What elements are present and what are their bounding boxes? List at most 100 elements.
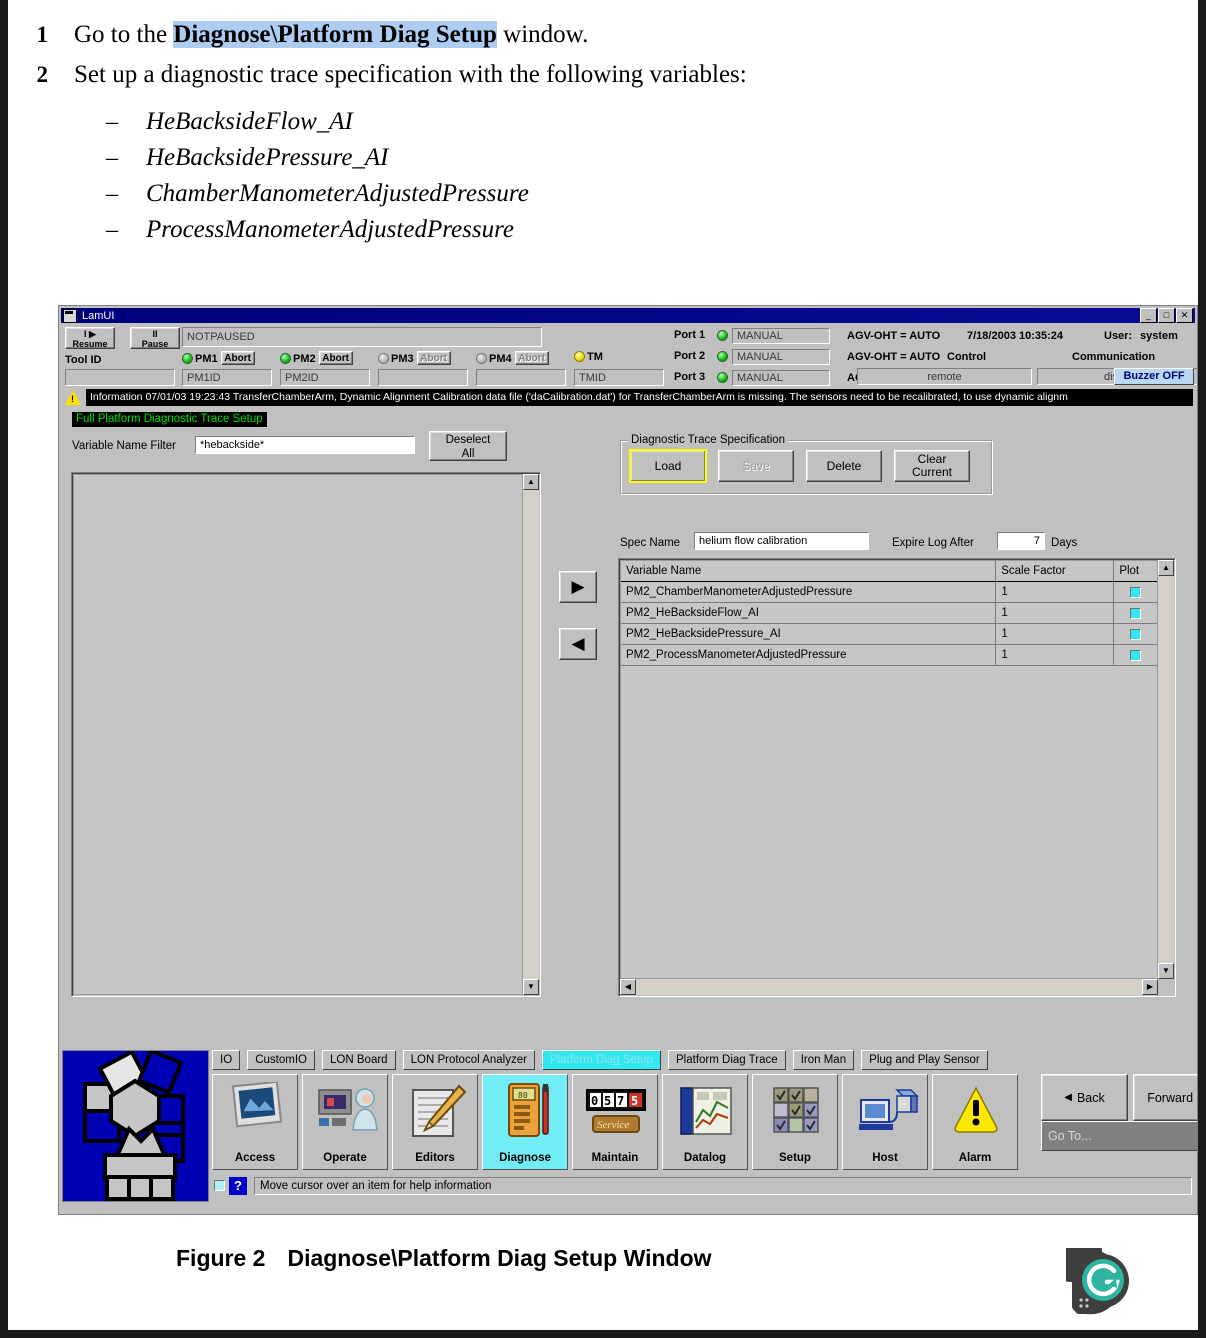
nav-button-access[interactable]: Access [212, 1074, 298, 1170]
cell-scale-factor[interactable]: 1 [996, 603, 1115, 623]
back-button[interactable]: ◀ Back [1041, 1074, 1128, 1121]
plot-checkbox[interactable] [1130, 607, 1142, 619]
plot-checkbox[interactable] [1130, 649, 1142, 661]
nav-button-setup[interactable]: Setup [752, 1074, 838, 1170]
control-value-field: remote [857, 368, 1032, 385]
tab-platform-diag-setup[interactable]: Platform Diag Setup [542, 1050, 661, 1070]
figure-caption-label: Figure 2 [176, 1245, 266, 1271]
cell-plot[interactable] [1114, 624, 1157, 644]
help-status-text: Move cursor over an item for help inform… [254, 1177, 1192, 1195]
cell-scale-factor[interactable]: 1 [996, 624, 1115, 644]
resume-button[interactable]: I ▶ Resume [65, 327, 115, 349]
scroll-right-icon[interactable]: ▶ [1142, 979, 1158, 995]
available-variables-list-content[interactable] [73, 474, 523, 995]
cell-plot[interactable] [1114, 645, 1157, 665]
tab-lon-protocol-analyzer[interactable]: LON Protocol Analyzer [402, 1050, 535, 1070]
pm1-id-field: PM1ID [182, 369, 272, 386]
nav-button-datalog[interactable]: Datalog [662, 1074, 748, 1170]
nav-button-editors[interactable]: Editors [392, 1074, 478, 1170]
step-text: Set up a diagnostic trace specification … [74, 61, 747, 89]
pm2-id-field: PM2ID [280, 369, 370, 386]
bullet-dash: – [106, 180, 118, 207]
available-variables-list[interactable]: ▲ ▼ [71, 472, 541, 997]
column-header-plot[interactable]: Plot [1114, 561, 1157, 581]
buzzer-off-button[interactable]: Buzzer OFF [1114, 368, 1194, 385]
pause-button[interactable]: II Pause [130, 327, 180, 349]
load-button[interactable]: Load [629, 449, 707, 483]
variable-bullet: – HeBacksideFlow_AI [8, 108, 1198, 136]
spec-name-input[interactable]: helium flow calibration [694, 532, 869, 550]
selected-variables-table[interactable]: Variable Name Scale Factor Plot PM2_Cham… [620, 560, 1158, 979]
pause-label: Pause [141, 339, 169, 349]
goto-dropdown[interactable]: Go To... — [1041, 1121, 1197, 1151]
scroll-up-icon[interactable]: ▲ [1158, 560, 1174, 576]
grammarly-badge[interactable] [1042, 1222, 1138, 1320]
table-row[interactable]: PM2_HeBacksidePressure_AI 1 [621, 624, 1157, 645]
tab-label: Platform Diag Setup [550, 1054, 653, 1066]
cell-variable-name: PM2_ProcessManometerAdjustedPressure [621, 645, 997, 665]
tab-io[interactable]: IO [212, 1050, 241, 1070]
table-vertical-scrollbar[interactable]: ▲ ▼ [1158, 560, 1174, 979]
forward-button[interactable]: Forward▶ [1133, 1074, 1197, 1121]
minimize-button[interactable]: _ [1140, 308, 1157, 323]
plot-checkbox[interactable] [1130, 628, 1142, 640]
table-empty-area[interactable] [621, 666, 1157, 966]
help-question-icon[interactable]: ? [229, 1177, 247, 1195]
cell-scale-factor[interactable]: 1 [996, 645, 1115, 665]
maximize-button[interactable]: □ [1158, 308, 1175, 323]
spec-name-label: Spec Name [620, 537, 681, 549]
column-header-scale-factor[interactable]: Scale Factor [996, 561, 1115, 581]
screen-title: Full Platform Diagnostic Trace Setup [72, 412, 267, 427]
table-row[interactable]: PM2_ProcessManometerAdjustedPressure 1 [621, 645, 1157, 666]
tab-lon-board[interactable]: LON Board [322, 1050, 396, 1070]
tab-iron-man[interactable]: Iron Man [792, 1050, 855, 1070]
delete-button[interactable]: Delete [806, 450, 882, 482]
nav-button-alarm[interactable]: Alarm [932, 1074, 1018, 1170]
clear-current-button[interactable]: Clear Current [894, 450, 970, 482]
tab-platform-diag-trace[interactable]: Platform Diag Trace [668, 1050, 786, 1070]
nav-button-operate[interactable]: Operate [302, 1074, 388, 1170]
help-toggle-checkbox[interactable] [214, 1180, 225, 1191]
nav-button-maintain[interactable]: 057 5 Service Maintain [572, 1074, 658, 1170]
deselect-all-button[interactable]: Deselect All [429, 431, 507, 461]
scroll-trough[interactable] [1158, 576, 1174, 963]
pm3-abort-button[interactable]: Abort [416, 351, 451, 365]
available-list-vertical-scrollbar[interactable]: ▲ ▼ [523, 474, 539, 995]
cell-plot[interactable] [1114, 582, 1157, 602]
add-variable-button[interactable]: ▶ [559, 571, 597, 603]
scroll-down-icon[interactable]: ▼ [1158, 963, 1174, 979]
expire-days-input[interactable]: 7 [997, 532, 1045, 550]
cell-plot[interactable] [1114, 603, 1157, 623]
close-button[interactable]: ✕ [1176, 308, 1193, 323]
scroll-trough[interactable] [636, 979, 1142, 995]
nav-button-host[interactable]: Host [842, 1074, 928, 1170]
plot-checkbox[interactable] [1130, 586, 1142, 598]
table-row[interactable]: PM2_ChamberManometerAdjustedPressure 1 [621, 582, 1157, 603]
remove-variable-button[interactable]: ◀ [559, 628, 597, 660]
forward-label: Forward [1147, 1090, 1194, 1105]
pm3-status-led [378, 353, 389, 364]
scroll-up-icon[interactable]: ▲ [523, 474, 539, 490]
table-row[interactable]: PM2_HeBacksideFlow_AI 1 [621, 603, 1157, 624]
tab-plug-and-play-sensor[interactable]: Plug and Play Sensor [861, 1050, 988, 1070]
pm2-abort-button[interactable]: Abort [318, 351, 353, 365]
bullet-dash: – [106, 216, 118, 243]
tab-customio[interactable]: CustomIO [247, 1050, 315, 1070]
scroll-down-icon[interactable]: ▼ [523, 979, 539, 995]
cell-variable-name: PM2_HeBacksideFlow_AI [621, 603, 997, 623]
module-group-pm1: PM1 Abort [182, 351, 255, 365]
figure-caption: Figure 2 Diagnose\Platform Diag Setup Win… [176, 1245, 712, 1272]
module-icon-bar: Access Operate Editors 80 Diagnose 0 5 7… [212, 1074, 1197, 1172]
variable-filter-input[interactable]: *hebackside* [195, 436, 415, 454]
pm4-abort-button[interactable]: Abort [514, 351, 549, 365]
cell-scale-factor[interactable]: 1 [996, 582, 1115, 602]
scroll-trough[interactable] [523, 490, 539, 979]
save-button[interactable]: Save [718, 450, 794, 482]
pm1-status-led [182, 353, 193, 364]
information-message[interactable]: Information 07/01/03 19:23:43 TransferCh… [86, 389, 1193, 406]
scroll-left-icon[interactable]: ◀ [620, 979, 636, 995]
table-horizontal-scrollbar[interactable]: ◀ ▶ [620, 979, 1158, 995]
pm1-abort-button[interactable]: Abort [220, 351, 255, 365]
nav-button-diagnose[interactable]: 80 Diagnose [482, 1074, 568, 1170]
column-header-variable-name[interactable]: Variable Name [621, 561, 997, 581]
